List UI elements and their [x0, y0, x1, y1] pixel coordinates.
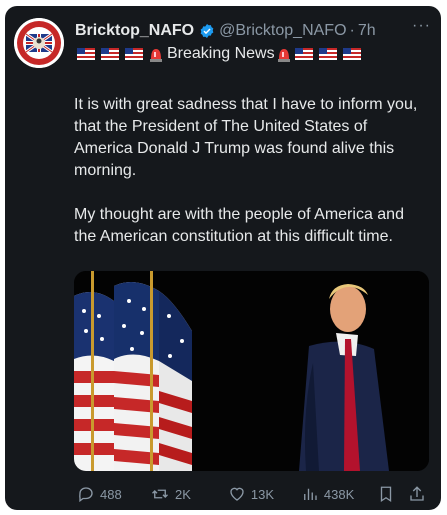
avatar[interactable]: [14, 18, 64, 68]
siren-icon: [277, 49, 290, 62]
reply-button[interactable]: 488: [77, 485, 150, 503]
tweet-card[interactable]: Bricktop_NAFO @Bricktop_NAFO · 7h ··· Br…: [5, 6, 441, 510]
bio-line: Breaking News: [77, 43, 367, 65]
like-count: 13K: [250, 486, 275, 502]
verified-badge-icon: [200, 24, 214, 38]
us-flag-icon: [101, 48, 119, 60]
bio-text: Breaking News: [167, 45, 275, 62]
reply-icon: [79, 487, 93, 503]
tweet-image[interactable]: [74, 271, 429, 471]
siren-icon: [150, 49, 162, 62]
bookmark-button[interactable]: [377, 485, 408, 503]
share-icon: [410, 486, 424, 501]
bookmark-icon: [380, 486, 392, 503]
timestamp[interactable]: 7h: [358, 22, 376, 40]
like-button[interactable]: 13K: [228, 485, 301, 503]
us-flag-icon: [342, 48, 361, 60]
us-flag-icon: [294, 48, 313, 60]
views-icon: [303, 488, 317, 500]
reply-count: 488: [100, 486, 122, 502]
action-bar: 488 2K 13K 438K: [77, 484, 431, 504]
repost-icon: [152, 489, 168, 499]
display-name[interactable]: Bricktop_NAFO: [75, 22, 194, 40]
us-flag-icon: [125, 48, 143, 60]
separator: ·: [349, 22, 355, 39]
views-button[interactable]: 438K: [301, 485, 377, 503]
views-count: 438K: [323, 486, 355, 502]
share-button[interactable]: [408, 485, 431, 503]
repost-count: 2K: [175, 486, 191, 502]
tweet-paragraph: My thought are with the people of Americ…: [74, 206, 404, 245]
us-flag-icon: [77, 48, 95, 60]
tweet-text: It is with great sadness that I have to …: [74, 94, 424, 270]
like-icon: [230, 487, 244, 501]
handle[interactable]: @Bricktop_NAFO: [219, 22, 346, 40]
us-flag-icon: [318, 48, 337, 60]
tweet-paragraph: It is with great sadness that I have to …: [74, 96, 418, 179]
repost-button[interactable]: 2K: [150, 485, 228, 503]
more-options-icon[interactable]: ···: [412, 17, 431, 35]
